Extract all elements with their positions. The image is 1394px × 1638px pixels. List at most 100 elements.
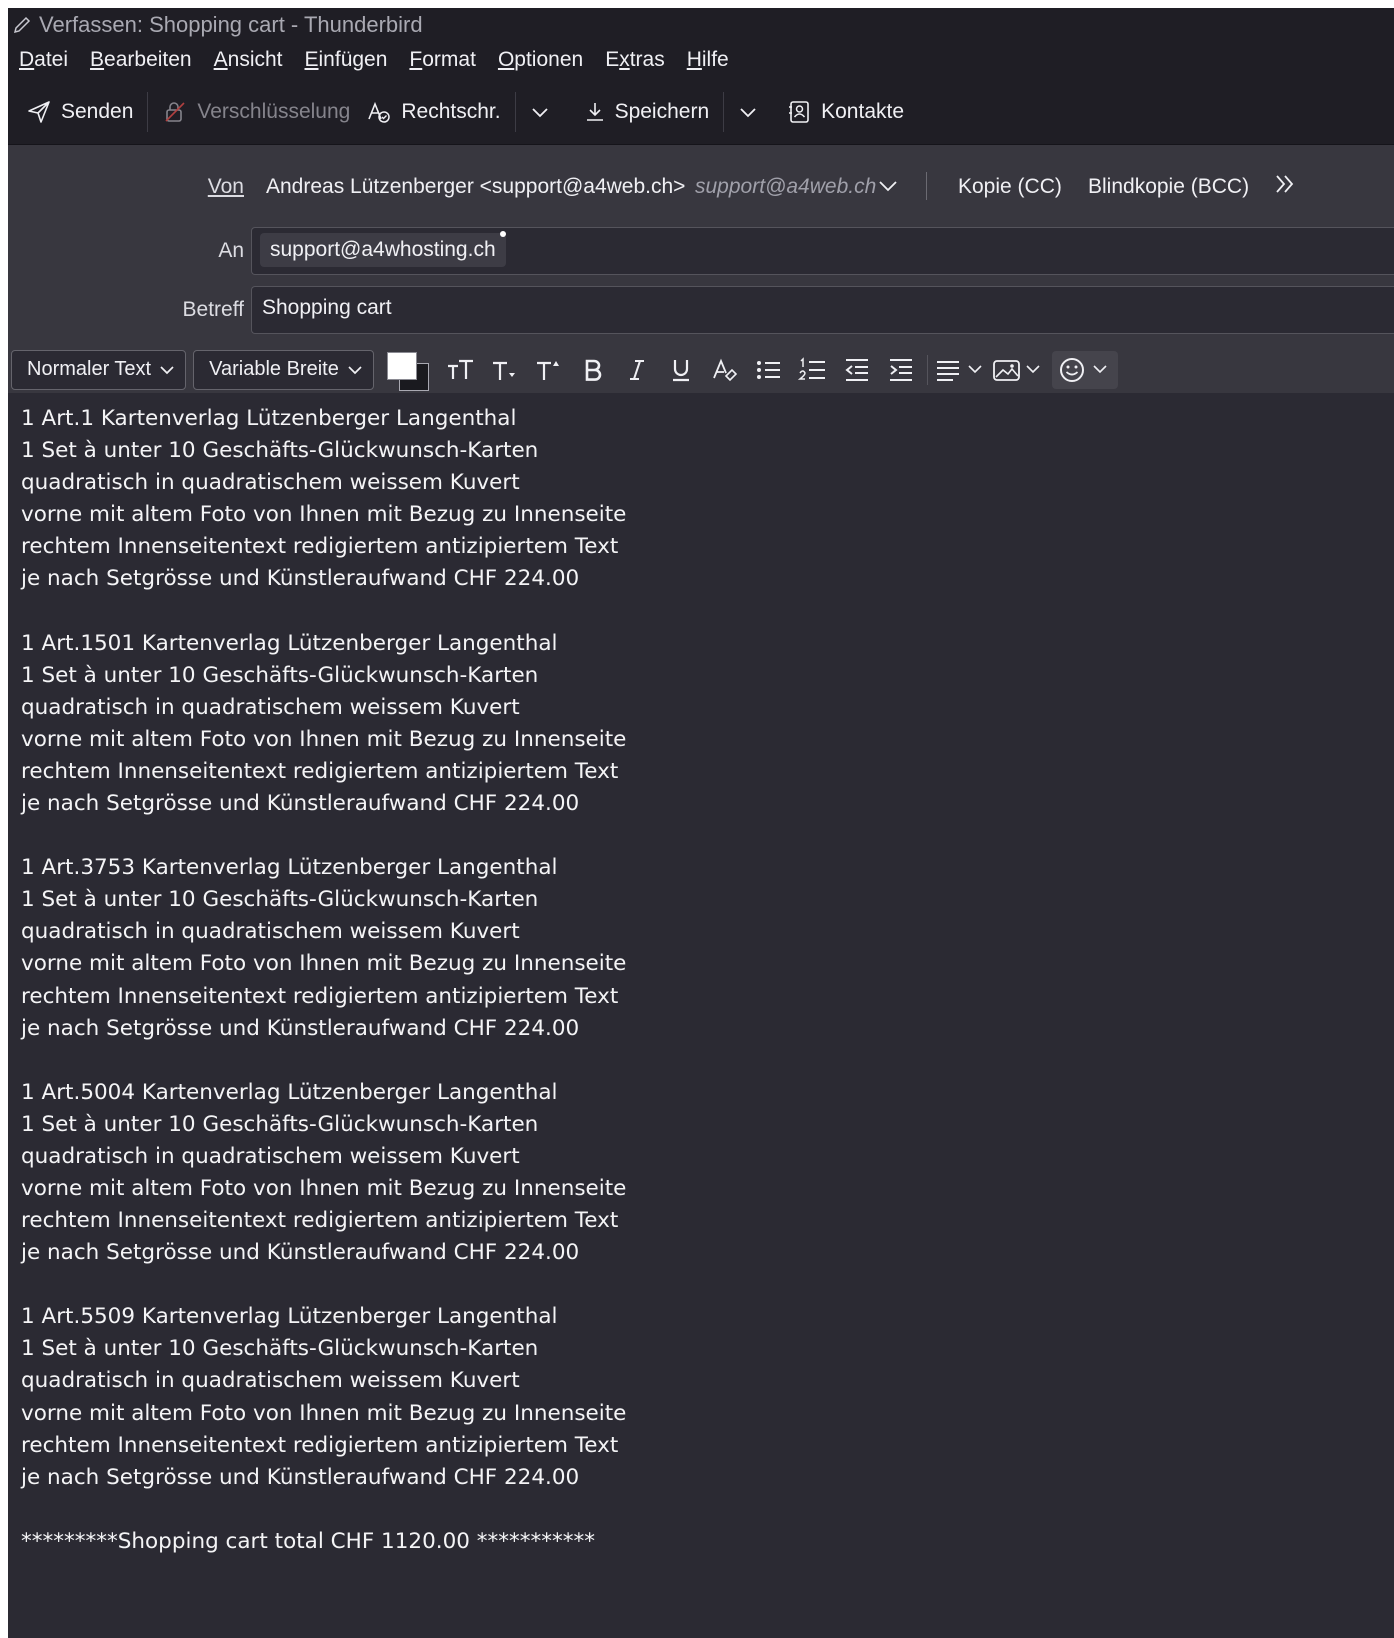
numbered-list-button[interactable] bbox=[791, 351, 835, 389]
increase-indent-button[interactable] bbox=[879, 351, 923, 389]
pencil-icon bbox=[12, 14, 34, 36]
body-line: rechtem Innenseitentext redigiertem anti… bbox=[21, 983, 619, 1009]
menu-item[interactable]: Ansicht bbox=[214, 48, 283, 72]
recipient-pill[interactable]: support@a4whosting.ch bbox=[260, 231, 506, 267]
subject-value: Shopping cart bbox=[262, 296, 392, 319]
menu-accesskey: B bbox=[90, 48, 105, 71]
decrease-indent-button[interactable] bbox=[835, 351, 879, 389]
menu-accesskey: F bbox=[409, 48, 423, 71]
bold-icon bbox=[585, 359, 602, 381]
numbered-list-icon bbox=[797, 356, 825, 380]
body-line: rechtem Innenseitentext redigiertem anti… bbox=[21, 534, 619, 560]
message-body[interactable]: 1 Art.1 Kartenverlag Lützenberger Langen… bbox=[8, 393, 1394, 1638]
menu-accesskey: D bbox=[19, 48, 35, 71]
font-size-icon bbox=[447, 359, 473, 379]
chevron-down-icon bbox=[879, 181, 897, 192]
contacts-button[interactable]: Kontakte bbox=[778, 90, 912, 134]
menu-item[interactable]: Hilfe bbox=[687, 48, 729, 72]
font-size-reset-button[interactable] bbox=[439, 351, 483, 389]
menu-item[interactable]: Einfügen bbox=[305, 48, 388, 72]
bold-button[interactable] bbox=[571, 351, 615, 389]
cart-item-block: 1 Art.5004 Kartenverlag Lützenberger Lan… bbox=[21, 1077, 1394, 1270]
font-smaller-icon bbox=[492, 361, 515, 380]
lock-icon bbox=[165, 101, 185, 122]
font-larger-icon bbox=[536, 360, 559, 380]
insert-emoji-button[interactable] bbox=[1051, 350, 1118, 389]
to-field[interactable]: support@a4whosting.ch bbox=[251, 227, 1394, 275]
body-line: quadratisch in quadratischem weissem Kuv… bbox=[21, 1143, 520, 1169]
outdent-icon bbox=[845, 358, 868, 381]
remove-formatting-button[interactable] bbox=[703, 351, 747, 389]
menu-label-part: E bbox=[605, 48, 620, 71]
spelling-button[interactable]: Rechtschr. bbox=[358, 90, 508, 134]
to-label: An bbox=[218, 239, 244, 262]
chevron-down-icon bbox=[160, 365, 174, 374]
text-color-picker[interactable] bbox=[385, 351, 433, 391]
body-line: rechtem Innenseitentext redigiertem anti… bbox=[21, 758, 619, 784]
bullet-list-icon bbox=[756, 360, 780, 379]
menu-item[interactable]: Extras bbox=[605, 48, 665, 72]
menu-label-part: tras bbox=[629, 48, 665, 71]
toolbar-separator bbox=[514, 91, 516, 132]
save-label: Speichern bbox=[614, 99, 710, 123]
decrease-font-size-button[interactable] bbox=[483, 351, 527, 389]
format-toolbar: Normaler Text Variable Breite bbox=[8, 346, 1394, 393]
toolbar-separator bbox=[147, 91, 149, 132]
paragraph-format-select[interactable]: Normaler Text bbox=[11, 349, 187, 390]
indent-icon bbox=[889, 358, 912, 381]
underline-button[interactable] bbox=[659, 351, 703, 389]
italic-button[interactable] bbox=[615, 351, 659, 389]
address-book-icon bbox=[789, 100, 809, 123]
body-line: rechtem Innenseitentext redigiertem anti… bbox=[21, 1432, 619, 1458]
contacts-label: Kontakte bbox=[821, 99, 905, 123]
increase-font-size-button[interactable] bbox=[527, 351, 571, 389]
send-label: Senden bbox=[61, 99, 134, 123]
cart-item-block: 1 Art.1501 Kartenverlag Lützenberger Lan… bbox=[21, 628, 1394, 821]
recipient-indicator bbox=[499, 231, 506, 237]
double-chevron-right-icon bbox=[1276, 175, 1294, 193]
format-separator bbox=[926, 354, 928, 385]
body-line: vorne mit altem Foto von Ihnen mit Bezug… bbox=[21, 951, 627, 977]
title-bar: Verfassen: Shopping cart - Thunderbird bbox=[8, 8, 1394, 41]
chevron-down-icon bbox=[740, 107, 756, 117]
subject-row: Betreff Shopping cart bbox=[8, 286, 1394, 334]
body-line: vorne mit altem Foto von Ihnen mit Bezug… bbox=[21, 1175, 627, 1201]
body-line: je nach Setgrösse und Künstleraufwand CH… bbox=[21, 1464, 580, 1490]
more-fields-button[interactable] bbox=[1274, 173, 1296, 201]
from-row: Von Andreas Lützenberger <support@a4web.… bbox=[8, 167, 1394, 207]
image-icon bbox=[992, 359, 1040, 381]
subject-field[interactable]: Shopping cart bbox=[251, 286, 1394, 334]
menu-item[interactable]: Format bbox=[409, 48, 476, 72]
cart-total-line: *********Shopping cart total CHF 1120.00… bbox=[21, 1528, 596, 1554]
menu-item[interactable]: Datei bbox=[19, 48, 68, 72]
font-select[interactable]: Variable Breite bbox=[193, 349, 374, 390]
paragraph-format-value: Normaler Text bbox=[27, 358, 152, 380]
body-line: 1 Set à unter 10 Geschäfts-Glückwunsch-K… bbox=[21, 438, 539, 464]
clear-format-icon bbox=[712, 358, 737, 381]
menu-accesskey: H bbox=[686, 48, 702, 71]
menu-item[interactable]: Optionen bbox=[498, 48, 583, 72]
from-dropdown-button[interactable] bbox=[878, 175, 898, 199]
alignment-button[interactable] bbox=[932, 351, 990, 389]
save-button[interactable]: Speichern bbox=[576, 90, 718, 134]
body-line: quadratisch in quadratischem weissem Kuv… bbox=[21, 694, 520, 720]
compose-toolbar: Senden Verschlüsselung Rechtschr. Speich… bbox=[8, 79, 1394, 145]
menu-label-part: ormat bbox=[422, 48, 476, 71]
text-color-swatch[interactable] bbox=[386, 351, 417, 380]
save-dropdown-button[interactable] bbox=[730, 90, 766, 134]
bulleted-list-button[interactable] bbox=[747, 351, 791, 389]
menu-label-part: infügen bbox=[318, 48, 388, 71]
from-alias[interactable]: support@a4web.ch bbox=[695, 175, 876, 199]
toolbar-separator bbox=[723, 91, 725, 132]
bcc-button[interactable]: Blindkopie (BCC) bbox=[1088, 175, 1249, 199]
spelling-dropdown-button[interactable] bbox=[522, 90, 558, 134]
menu-accesskey: A bbox=[213, 48, 228, 71]
send-icon bbox=[28, 100, 50, 123]
from-identity[interactable]: Andreas Lützenberger <support@a4web.ch> bbox=[266, 175, 685, 199]
send-button[interactable]: Senden bbox=[18, 90, 141, 134]
menu-item[interactable]: Bearbeiten bbox=[90, 48, 192, 72]
insert-image-button[interactable] bbox=[990, 351, 1048, 389]
cc-button[interactable]: Kopie (CC) bbox=[958, 175, 1062, 199]
body-line: vorne mit altem Foto von Ihnen mit Bezug… bbox=[21, 502, 627, 528]
encryption-button[interactable]: Verschlüsselung bbox=[154, 90, 358, 134]
